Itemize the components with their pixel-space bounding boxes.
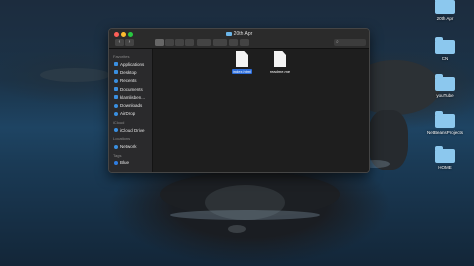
sidebar-item-documents[interactable]: Documents [109, 85, 152, 93]
search-icon: ⌕ [336, 39, 339, 45]
blue-tag-icon [114, 160, 118, 165]
desktop-folder[interactable]: NetBeansProjects [416, 111, 474, 135]
file-item[interactable]: readme.me [263, 51, 297, 74]
desktop-icon [114, 70, 118, 75]
sidebar-item-label: klamlisben... [120, 94, 146, 100]
icloud-icon [114, 128, 118, 133]
recents-icon [114, 78, 118, 83]
network-icon [114, 144, 118, 149]
sidebar-item-label: Blue [120, 160, 130, 166]
desktop-folder[interactable]: CN [416, 37, 474, 61]
sidebar-heading-tags: Tags [113, 152, 122, 158]
downloads-icon [114, 103, 118, 108]
folder-icon [435, 146, 455, 163]
sidebar-item-label: iCloud Drive [120, 127, 145, 133]
list-view-button[interactable] [165, 39, 174, 46]
window-title-text: 20th Apr [233, 31, 253, 37]
window-title: 20th Apr [109, 31, 369, 37]
home-icon [114, 95, 118, 100]
sidebar-heading-locations: Locations [113, 136, 131, 142]
desktop-folder-label: HOME [438, 165, 452, 170]
sidebar-item-label: Desktop [120, 69, 137, 75]
file-item[interactable]: index.html [225, 51, 259, 74]
column-view-button[interactable] [175, 39, 184, 46]
sidebar-item-icloud-drive[interactable]: iCloud Drive [109, 126, 152, 134]
forward-button[interactable]: › [125, 39, 134, 46]
airdrop-icon [114, 111, 118, 116]
folder-icon [435, 0, 455, 14]
documents-icon [114, 87, 118, 92]
folder-icon [435, 74, 455, 91]
file-name: readme.me [269, 69, 291, 74]
desktop-folder[interactable]: 20th Apr [416, 0, 474, 21]
desktop-folder-label: 20th Apr [436, 16, 454, 21]
sidebar-item-network[interactable]: Network [109, 142, 152, 150]
action-button[interactable] [213, 39, 227, 46]
share-button[interactable] [229, 39, 238, 46]
desktop-folder-label: youTube [436, 93, 454, 98]
desktop-folder-label: NetBeansProjects [426, 130, 464, 135]
tags-button[interactable] [240, 39, 249, 46]
sidebar-item-tag-blue[interactable]: Blue [109, 159, 152, 167]
sidebar-item-label: AirDrop [120, 111, 136, 117]
folder-icon [225, 31, 232, 36]
sidebar-item-label: Network [120, 144, 137, 150]
applications-icon [114, 62, 118, 67]
file-name: index.html [231, 69, 253, 74]
wallpaper-foam [170, 210, 320, 220]
sidebar-heading-icloud: iCloud [113, 120, 125, 126]
sidebar-item-label: Applications [120, 61, 145, 67]
sidebar-heading-favorites: Favorites [113, 54, 130, 59]
sidebar-item-label: Documents [120, 86, 143, 92]
desktop-folder[interactable]: HOME [416, 146, 474, 170]
gallery-view-button[interactable] [185, 39, 194, 46]
sidebar-item-label: Downloads [120, 103, 143, 109]
folder-icon [435, 37, 455, 54]
html-file-icon [236, 51, 248, 67]
wallpaper-island [40, 68, 110, 82]
icon-view-button[interactable] [155, 39, 164, 46]
desktop-folder[interactable]: youTube [416, 74, 474, 98]
folder-icon [435, 111, 455, 128]
sidebar-item-label: Recents [120, 78, 137, 84]
document-file-icon [274, 51, 286, 67]
sidebar: Favorites Applications Desktop Recents D… [109, 49, 153, 172]
finder-window: 20th Apr ‹ › ⌕ Favorites Applications De… [108, 28, 370, 173]
sidebar-item-applications[interactable]: Applications [109, 60, 152, 68]
file-browser[interactable]: index.html readme.me [153, 49, 369, 172]
window-toolbar: 20th Apr ‹ › ⌕ [109, 29, 369, 49]
sidebar-item-home[interactable]: klamlisben... [109, 93, 152, 101]
sidebar-item-downloads[interactable]: Downloads [109, 101, 152, 109]
group-button[interactable] [197, 39, 211, 46]
wallpaper-rock [228, 225, 246, 233]
sidebar-item-desktop[interactable]: Desktop [109, 68, 152, 76]
sidebar-item-recents[interactable]: Recents [109, 77, 152, 85]
desktop-folder-label: CN [441, 56, 449, 61]
back-button[interactable]: ‹ [115, 39, 124, 46]
sidebar-item-airdrop[interactable]: AirDrop [109, 110, 152, 118]
search-field[interactable]: ⌕ [334, 39, 366, 46]
